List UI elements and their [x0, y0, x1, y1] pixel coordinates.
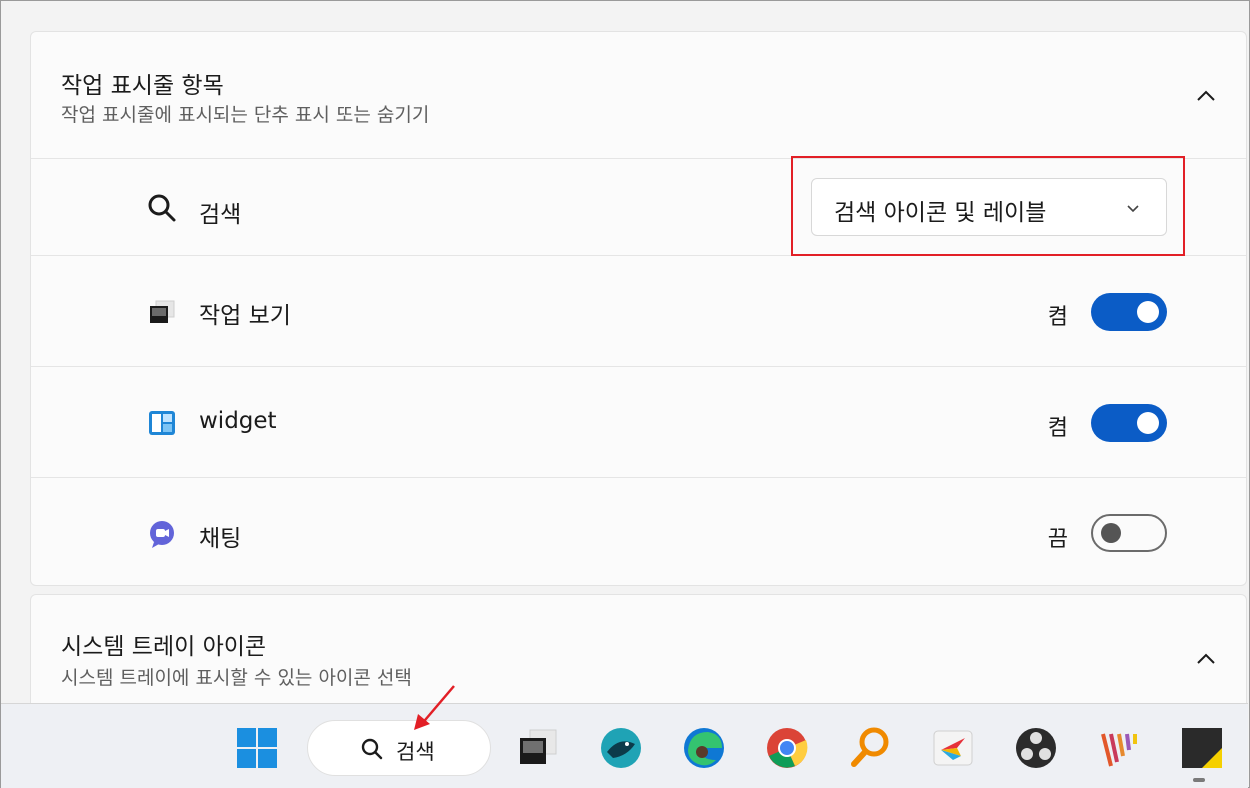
- widgets-icon: [149, 411, 175, 435]
- taskbar-search-button[interactable]: 검색: [307, 720, 491, 776]
- search-display-dropdown[interactable]: 검색 아이콘 및 레이블: [811, 178, 1167, 236]
- search-magnifier-app-icon[interactable]: [848, 726, 892, 770]
- start-icon[interactable]: [235, 726, 279, 770]
- dropdown-value: 검색 아이콘 및 레이블: [834, 200, 1047, 226]
- search-icon: [148, 194, 176, 222]
- stripes-app-icon[interactable]: [1097, 726, 1141, 770]
- toggle-state-label: 끔: [1047, 527, 1068, 552]
- sticky-notes-icon[interactable]: [1180, 726, 1224, 770]
- toggle-knob: [1101, 523, 1121, 543]
- section-subtitle: 작업 표시줄에 표시되는 단추 표시 또는 숨기기: [61, 104, 430, 126]
- row-chat: 채팅 끔: [31, 477, 1246, 586]
- taskbar: 검색: [1, 703, 1248, 788]
- section-subtitle: 시스템 트레이에 표시할 수 있는 아이콘 선택: [61, 667, 412, 689]
- search-icon: [361, 738, 383, 760]
- toggle-knob: [1137, 301, 1159, 323]
- chevron-up-icon[interactable]: [1194, 647, 1218, 671]
- row-label-search: 검색: [199, 202, 242, 228]
- section-title: 작업 표시줄 항목: [61, 73, 224, 99]
- row-label-widget: widget: [199, 408, 277, 434]
- chevron-up-icon[interactable]: [1194, 84, 1218, 108]
- row-label-chat: 채팅: [199, 526, 242, 552]
- chevron-down-icon: [1127, 205, 1139, 213]
- row-label-task-view: 작업 보기: [199, 303, 291, 329]
- row-task-view: 작업 보기 켬: [31, 255, 1246, 366]
- widget-toggle[interactable]: [1091, 404, 1167, 442]
- toggle-state-label: 켬: [1047, 416, 1068, 441]
- task-view-icon[interactable]: [516, 726, 560, 770]
- chat-toggle[interactable]: [1091, 514, 1167, 552]
- whale-browser-icon[interactable]: [599, 726, 643, 770]
- chrome-icon[interactable]: [765, 726, 809, 770]
- task-view-toggle[interactable]: [1091, 293, 1167, 331]
- taskbar-search-label: 검색: [396, 740, 435, 764]
- toggle-state-label: 켬: [1047, 305, 1068, 330]
- chat-icon: [150, 521, 174, 548]
- taskbar-items-card: 작업 표시줄 항목 작업 표시줄에 표시되는 단추 표시 또는 숨기기 검색 검…: [30, 31, 1247, 586]
- edge-icon[interactable]: [682, 726, 726, 770]
- task-view-icon: [150, 300, 175, 323]
- pen-tool-app-icon[interactable]: [931, 726, 975, 770]
- obs-icon[interactable]: [1014, 726, 1058, 770]
- toggle-knob: [1137, 412, 1159, 434]
- row-widget: widget 켬: [31, 366, 1246, 477]
- pointer-arrow: [414, 685, 455, 730]
- section-title: 시스템 트레이 아이콘: [61, 634, 267, 660]
- active-app-indicator: [1193, 778, 1205, 782]
